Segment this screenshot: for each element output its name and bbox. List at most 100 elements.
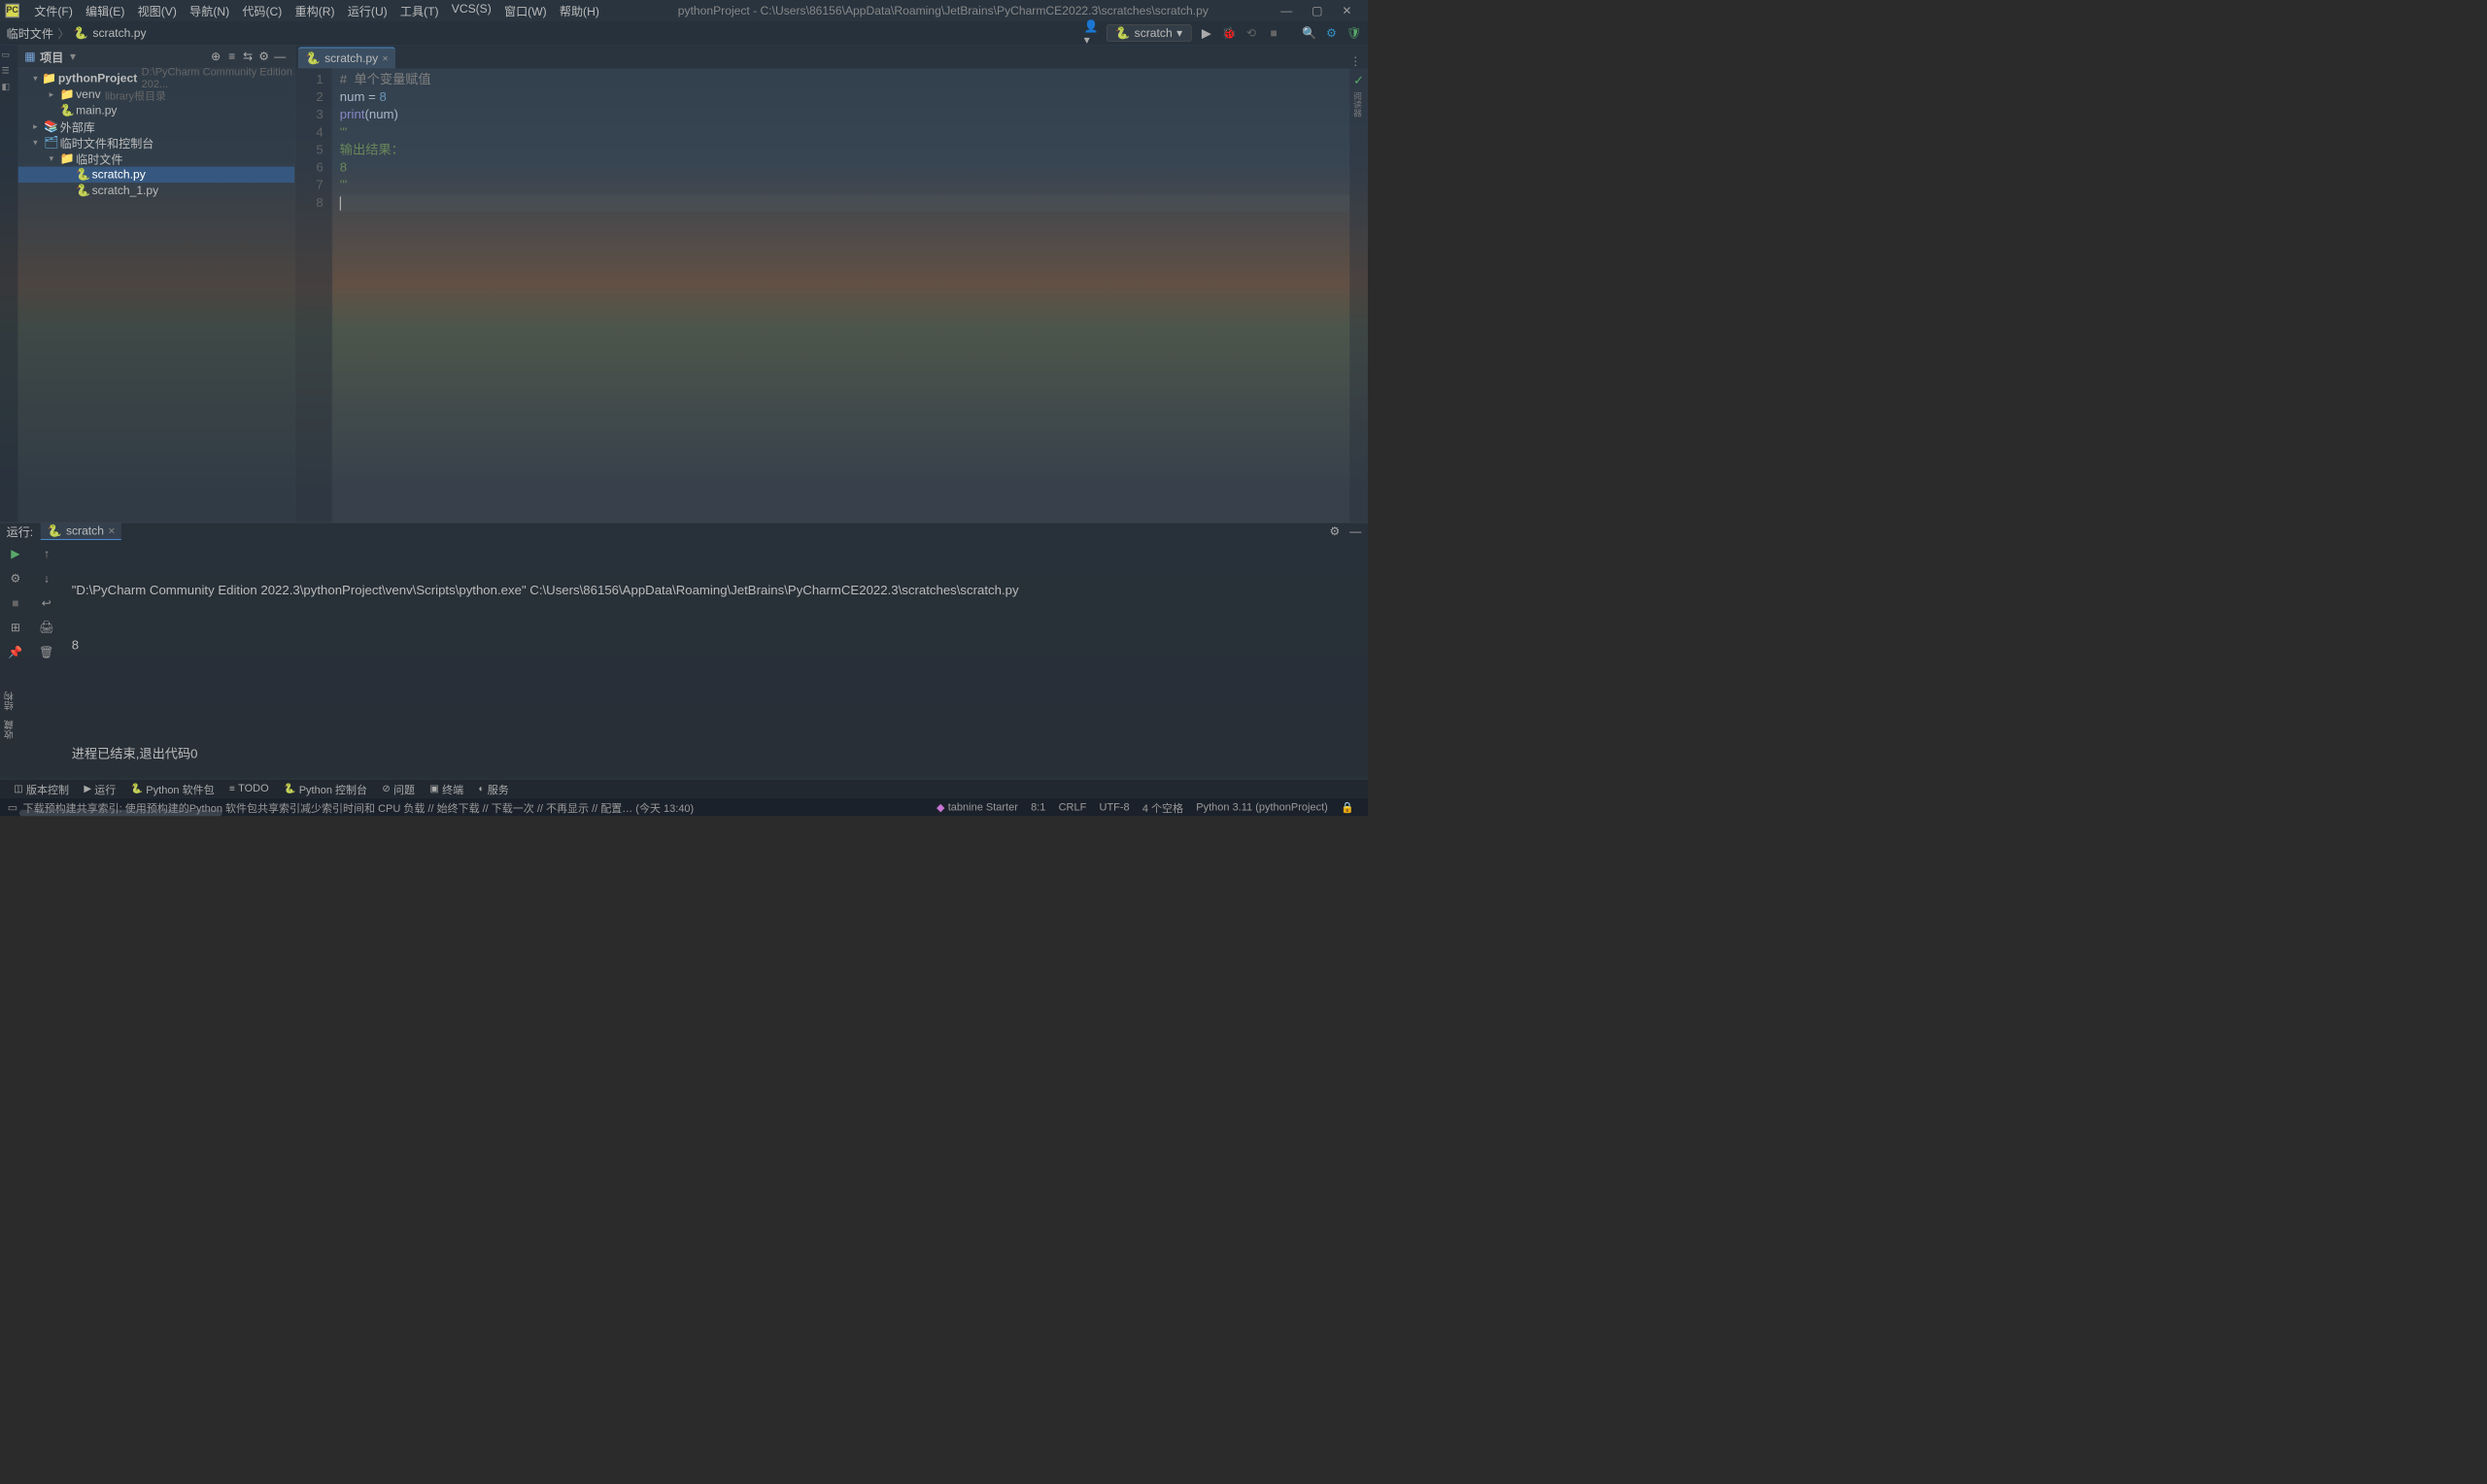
project-view-icon[interactable]: ▦ [24,50,35,63]
stop-button[interactable]: ■ [1267,25,1281,40]
close-icon[interactable]: × [383,52,389,64]
breadcrumb-item[interactable]: 临时文件 [7,24,53,42]
editor-tab[interactable]: 🐍 scratch.py × [298,47,395,68]
chevron-down-icon[interactable]: ▾ [70,50,76,63]
tab-more-icon[interactable]: ⋮ [1349,54,1368,68]
cursor-position[interactable]: 8:1 [1024,801,1051,814]
coverage-button[interactable]: ⟲ [1244,25,1258,40]
menu-item[interactable]: 重构(R) [289,2,341,19]
menu-item[interactable]: 工具(T) [393,2,445,19]
run-tab-name: scratch [66,524,104,538]
line-ending[interactable]: CRLF [1052,801,1093,814]
ide-settings-icon[interactable]: ⚙ [1324,25,1339,40]
run-settings-button[interactable]: ⚙ [7,570,24,588]
todo-tab[interactable]: ≡TODO [221,783,276,795]
file-encoding[interactable]: UTF-8 [1093,801,1136,814]
main-menu: 文件(F)编辑(E)视图(V)导航(N)代码(C)重构(R)运行(U)工具(T)… [28,2,606,19]
tree-file-scratch[interactable]: 🐍 scratch.py [18,167,294,184]
menu-item[interactable]: 文件(F) [28,2,80,19]
menu-item[interactable]: 编辑(E) [79,2,131,19]
close-icon[interactable]: ✕ [1342,4,1351,17]
run-button[interactable]: ▶ [1199,25,1213,40]
menu-item[interactable]: 代码(C) [236,2,289,19]
python-file-icon: 🐍 [306,51,321,65]
menu-item[interactable]: 窗口(W) [497,2,553,19]
check-icon[interactable]: ✓ [1349,68,1368,87]
code-content[interactable]: # 单个变量赋值num = 8print(num)'''输出结果：8''' [332,68,1349,523]
tree-label: main.py [76,104,117,118]
commit-tool-icon[interactable]: ☰ [2,65,17,78]
run-output[interactable]: "D:\PyCharm Community Edition 2022.3\pyt… [62,540,1368,805]
python-interpreter[interactable]: Python 3.11 (pythonProject) [1190,801,1335,814]
up-button[interactable]: ↑ [38,546,55,563]
menu-item[interactable]: 视图(V) [131,2,184,19]
maximize-icon[interactable]: ▢ [1312,4,1322,17]
rerun-button[interactable]: ▶ [7,546,24,563]
breadcrumb-item[interactable]: scratch.py [92,26,146,40]
reader-mode-label[interactable]: 阅读器 [1349,91,1362,117]
menu-item[interactable]: VCS(S) [445,2,497,19]
layout-button[interactable]: ⊞ [7,619,24,636]
hide-icon[interactable]: — [272,50,289,63]
python-console-tab[interactable]: 🐍Python 控制台 [276,781,374,796]
run-tab[interactable]: ▶运行 [77,781,123,796]
tree-file-main[interactable]: 🐍 main.py [18,103,294,119]
services-tab[interactable]: ◐服务 [471,781,517,796]
minimize-icon[interactable]: — [1280,4,1292,17]
tree-label: pythonProject [58,72,137,85]
python-icon: 🐍 [47,524,61,538]
delete-button[interactable]: 🗑 [38,644,55,661]
code-editor[interactable]: 12345678 # 单个变量赋值num = 8print(num)'''输出结… [295,68,1368,523]
menu-item[interactable]: 运行(U) [341,2,393,19]
pin-button[interactable]: 📌 [7,644,24,661]
menu-item[interactable]: 导航(N) [184,2,236,19]
expand-all-icon[interactable]: ≡ [223,50,240,63]
gear-icon[interactable]: ⚙ [1330,524,1341,538]
status-icon[interactable]: ▭ [8,800,17,814]
python-packages-tab[interactable]: 🐍Python 软件包 [123,781,221,796]
collapse-all-icon[interactable]: ⇆ [240,50,256,63]
line-gutter: 12345678 [295,68,333,523]
user-icon[interactable]: 👤▾ [1084,25,1099,40]
gear-icon[interactable]: ⚙ [256,50,272,63]
tree-scratches-root[interactable]: ▾🗂 临时文件和控制台 [18,135,294,152]
favorites-tab[interactable]: 收藏 [0,718,18,741]
print-button[interactable]: 🖨 [38,619,55,636]
bookmark-tool-icon[interactable]: ◧ [2,82,17,94]
bottom-toolbar: ◫版本控制 ▶运行 🐍Python 软件包 ≡TODO 🐍Python 控制台 … [0,779,1368,798]
run-panel: 运行: 🐍 scratch × ⚙ — ▶ ⚙ ■ ⊞ 📌 ↑ [0,523,1368,779]
stop-button[interactable]: ■ [7,594,24,612]
search-icon[interactable]: 🔍 [1302,25,1316,40]
close-icon[interactable]: × [108,524,115,538]
breadcrumb[interactable]: 临时文件 〉 🐍 scratch.py [7,24,147,42]
vcs-tab[interactable]: ◫版本控制 [7,781,77,796]
tree-file-scratch1[interactable]: 🐍 scratch_1.py [18,183,294,199]
main-area: ▭ ☰ ◧ ▦ 项目 ▾ ⊕ ≡ ⇆ ⚙ — ▾📁 pythonProject [0,45,1368,523]
shield-icon[interactable]: 🛡 [1346,25,1361,40]
menu-item[interactable]: 帮助(H) [553,2,605,19]
tree-external[interactable]: ▸📚 外部库 [18,118,294,135]
panel-title[interactable]: 项目 [40,48,63,65]
soft-wrap-button[interactable]: ↩ [38,594,55,612]
tree-root[interactable]: ▾📁 pythonProject D:\PyCharm Community Ed… [18,71,294,87]
output-command: "D:\PyCharm Community Edition 2022.3\pyt… [72,582,1358,600]
project-tree[interactable]: ▾📁 pythonProject D:\PyCharm Community Ed… [18,68,294,200]
down-button[interactable]: ↓ [38,570,55,588]
debug-button[interactable]: 🐞 [1221,25,1236,40]
structure-tab[interactable]: 结构 [0,690,18,713]
tabnine-status[interactable]: ◆tabnine Starter [930,800,1024,814]
tree-scratches-folder[interactable]: ▾📁 临时文件 [18,151,294,167]
lock-icon[interactable]: 🔒 [1334,800,1360,814]
tree-label: 临时文件 [76,151,122,168]
terminal-tab[interactable]: ▣终端 [423,781,471,796]
window-title: pythonProject - C:\Users\86156\AppData\R… [605,4,1280,17]
run-config-selector[interactable]: 🐍 scratch ▾ [1107,24,1192,42]
problems-tab[interactable]: ⊘问题 [375,781,423,796]
project-tool-icon[interactable]: ▭ [2,50,17,62]
target-icon[interactable]: ⊕ [208,50,224,63]
run-tab[interactable]: 🐍 scratch × [41,523,121,540]
output-result: 8 [72,636,1358,655]
python-file-icon: 🐍 [74,26,88,40]
indent-setting[interactable]: 4 个空格 [1136,799,1189,815]
hide-icon[interactable]: — [1349,524,1361,538]
